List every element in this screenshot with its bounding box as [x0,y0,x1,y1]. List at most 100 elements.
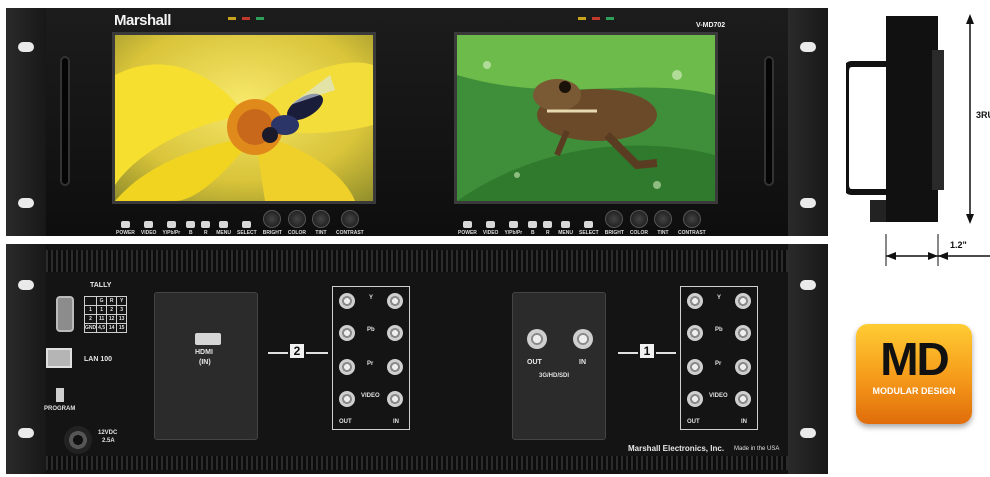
out-label: OUT [687,419,700,425]
brand-logo: Marshall [114,12,171,29]
select-button[interactable]: SELECT [579,221,599,236]
bnc-out-pb[interactable] [687,325,703,341]
sdi-out-bnc[interactable] [527,329,547,349]
bnc-out-video[interactable] [339,391,355,407]
sdi-in-bnc[interactable] [573,329,593,349]
monitor-right-screen [454,32,718,204]
row-label-video: VIDEO [709,393,728,399]
rack-hole [18,198,34,208]
status-leds-right [578,17,614,20]
module-2-bnc-group: Y Pb Pr VIDEO OUT IN [332,286,410,430]
power-button[interactable]: POWER [116,221,135,236]
front-handle-right [764,56,774,186]
video-button[interactable]: VIDEO [483,221,498,236]
out-label: OUT [339,419,352,425]
bnc-out-y[interactable] [687,293,703,309]
monitor-left-controls: POWER VIDEO Y/Pb/Pr B R MENU SELECT BRIG… [116,204,364,236]
bright-knob[interactable]: BRIGHT [263,210,282,236]
rack-hole [800,280,816,290]
menu-button[interactable]: MENU [558,221,573,236]
module-2-leader-line [268,352,288,354]
rack-hole [800,42,816,52]
sdi-out-label: OUT [527,359,542,366]
lan-port[interactable] [46,348,72,368]
tally-label: TALLY [90,282,112,289]
bee-flower-image [115,35,373,201]
in-label: IN [393,419,399,425]
tally-pin-table: GRY 1123 2 11 12 13 GND 4,5 14 15 [83,296,128,333]
bnc-in-video[interactable] [387,391,403,407]
module-2-number: 2 [290,344,304,358]
usb-program-port[interactable] [56,388,64,402]
rack-hole [800,198,816,208]
bottom-vent [46,456,788,470]
contrast-knob[interactable]: CONTRAST [336,210,364,236]
color-knob[interactable]: COLOR [630,210,648,236]
tint-knob[interactable]: TINT [311,210,330,236]
right-rack-ear [788,244,828,474]
select-button[interactable]: SELECT [237,221,257,236]
side-profile-drawing [843,14,990,266]
row-label-pb: Pb [367,327,375,333]
hdmi-label: HDMI [195,349,213,356]
in-label: IN [741,419,747,425]
rack-hole [800,428,816,438]
bnc-in-y[interactable] [735,293,751,309]
power-voltage-label: 12VDC [98,430,118,436]
r-button[interactable]: R [543,221,553,236]
row-label-pb: Pb [715,327,723,333]
frog-leaf-image [457,35,715,201]
module-1-leader-line [618,352,638,354]
color-knob[interactable]: COLOR [288,210,306,236]
rack-hole [18,280,34,290]
ypbpr-button[interactable]: Y/Pb/Pr [504,221,522,236]
module-2-leader-line [306,352,328,354]
module-1-bnc-group: Y Pb Pr VIDEO OUT IN [680,286,758,430]
monitor-left-screen [112,32,376,204]
menu-button[interactable]: MENU [216,221,231,236]
front-handle-left [60,56,70,186]
module-2-plate: HDMI (IN) [154,292,258,440]
bnc-in-pb[interactable] [735,325,751,341]
bnc-in-pr[interactable] [387,359,403,375]
bnc-in-video[interactable] [735,391,751,407]
module-1-leader-line [656,352,676,354]
tint-knob[interactable]: TINT [653,210,672,236]
power-current-label: 2.5A [102,438,115,444]
b-button[interactable]: B [186,221,196,236]
bnc-out-pr[interactable] [339,359,355,375]
r-button[interactable]: R [201,221,211,236]
power-button[interactable]: POWER [458,221,477,236]
bnc-out-y[interactable] [339,293,355,309]
product-illustration: Marshall V-MD702 POWER VIDEO Y/Pb/Pr B R… [0,0,990,477]
rack-hole [18,428,34,438]
contrast-knob[interactable]: CONTRAST [678,210,706,236]
b-button[interactable]: B [528,221,538,236]
bnc-out-pr[interactable] [687,359,703,375]
bnc-in-pb[interactable] [387,325,403,341]
row-label-y: Y [717,295,722,301]
sdi-in-label: IN [579,359,586,366]
model-number: V-MD702 [696,22,726,29]
row-label-pr: Pr [367,361,374,367]
sdi-label: 3G/HD/SDI [539,373,570,379]
hdmi-port[interactable] [195,333,221,345]
row-label-pr: Pr [715,361,722,367]
status-leds-left [228,17,264,20]
bnc-out-pb[interactable] [339,325,355,341]
bnc-out-video[interactable] [687,391,703,407]
bright-knob[interactable]: BRIGHT [605,210,624,236]
bnc-in-pr[interactable] [735,359,751,375]
module-1-plate: OUT IN 3G/HD/SDI [512,292,606,440]
ypbpr-button[interactable]: Y/Pb/Pr [162,221,180,236]
bnc-in-y[interactable] [387,293,403,309]
left-rack-ear [6,8,46,236]
rear-panel: TALLY GRY 1123 2 11 12 13 GND 4,5 14 15 LAN 10… [6,244,828,474]
hdmi-sub-label: (IN) [199,359,211,366]
video-button[interactable]: VIDEO [141,221,156,236]
modular-design-badge: MD MODULAR DESIGN [856,324,972,424]
module-1-number: 1 [640,344,654,358]
dc-power-jack[interactable] [64,426,92,454]
lan-label: LAN 100 [84,356,113,363]
db9-tally-connector[interactable] [56,296,74,332]
